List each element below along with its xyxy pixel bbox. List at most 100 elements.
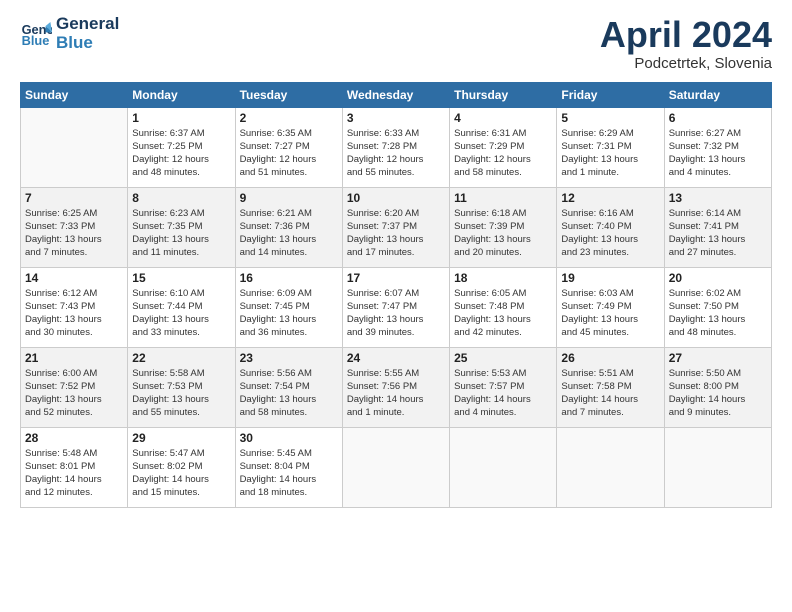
day-number: 5 [561,111,659,125]
day-number: 1 [132,111,230,125]
weekday-header-saturday: Saturday [664,82,771,107]
day-info: Sunrise: 5:48 AM Sunset: 8:01 PM Dayligh… [25,447,123,500]
calendar-cell: 25 Sunrise: 5:53 AM Sunset: 7:57 PM Dayli… [450,347,557,427]
day-number: 19 [561,271,659,285]
page-header: General Blue General Blue April 2024 Pod… [20,15,772,72]
calendar-cell: 17Sunrise: 6:07 AM Sunset: 7:47 PM Dayli… [342,267,449,347]
calendar-cell: 15 Sunrise: 6:10 AM Sunset: 7:44 PM Dayli… [128,267,235,347]
day-number: 16 [240,271,338,285]
svg-text:Blue: Blue [22,33,50,48]
calendar-cell: 18Sunrise: 6:05 AM Sunset: 7:48 PM Dayli… [450,267,557,347]
calendar-cell: 30 Sunrise: 5:45 AM Sunset: 8:04 PM Dayli… [235,427,342,507]
calendar-header-row: SundayMondayTuesdayWednesdayThursdayFrid… [21,82,772,107]
weekday-header-wednesday: Wednesday [342,82,449,107]
day-info: Sunrise: 6:03 AM Sunset: 7:49 PM Dayligh… [561,287,659,340]
day-info: Sunrise: 6:14 AM Sunset: 7:41 PM Dayligh… [669,207,767,260]
calendar-cell [342,427,449,507]
day-number: 4 [454,111,552,125]
day-info: Sunrise: 5:45 AM Sunset: 8:04 PM Dayligh… [240,447,338,500]
day-info: Sunrise: 5:58 AM Sunset: 7:53 PM Dayligh… [132,367,230,420]
calendar-cell: 12 Sunrise: 6:16 AM Sunset: 7:40 PM Dayli… [557,187,664,267]
day-info: Sunrise: 6:12 AM Sunset: 7:43 PM Dayligh… [25,287,123,340]
logo-blue: Blue [56,34,119,53]
day-number: 3 [347,111,445,125]
day-number: 30 [240,431,338,445]
day-number: 20 [669,271,767,285]
day-number: 22 [132,351,230,365]
calendar-cell: 9Sunrise: 6:21 AM Sunset: 7:36 PM Daylig… [235,187,342,267]
calendar-cell: 10Sunrise: 6:20 AM Sunset: 7:37 PM Dayli… [342,187,449,267]
day-info: Sunrise: 6:25 AM Sunset: 7:33 PM Dayligh… [25,207,123,260]
calendar-cell: 20 Sunrise: 6:02 AM Sunset: 7:50 PM Dayli… [664,267,771,347]
day-info: Sunrise: 6:37 AM Sunset: 7:25 PM Dayligh… [132,127,230,180]
calendar-cell: 6Sunrise: 6:27 AM Sunset: 7:32 PM Daylig… [664,107,771,187]
weekday-header-friday: Friday [557,82,664,107]
day-info: Sunrise: 5:56 AM Sunset: 7:54 PM Dayligh… [240,367,338,420]
day-number: 27 [669,351,767,365]
day-number: 15 [132,271,230,285]
location: Podcetrtek, Slovenia [600,55,772,72]
day-info: Sunrise: 6:05 AM Sunset: 7:48 PM Dayligh… [454,287,552,340]
weekday-header-sunday: Sunday [21,82,128,107]
calendar-cell: 24 Sunrise: 5:55 AM Sunset: 7:56 PM Dayli… [342,347,449,427]
calendar-table: SundayMondayTuesdayWednesdayThursdayFrid… [20,82,772,508]
day-number: 28 [25,431,123,445]
day-info: Sunrise: 6:23 AM Sunset: 7:35 PM Dayligh… [132,207,230,260]
logo-icon: General Blue [20,18,52,50]
day-number: 2 [240,111,338,125]
calendar-cell: 22 Sunrise: 5:58 AM Sunset: 7:53 PM Dayli… [128,347,235,427]
calendar-cell: 19 Sunrise: 6:03 AM Sunset: 7:49 PM Dayli… [557,267,664,347]
calendar-week-1: 1 Sunrise: 6:37 AM Sunset: 7:25 PM Daylig… [21,107,772,187]
day-info: Sunrise: 6:16 AM Sunset: 7:40 PM Dayligh… [561,207,659,260]
calendar-cell: 2 Sunrise: 6:35 AM Sunset: 7:27 PM Daylig… [235,107,342,187]
logo-general: General [56,15,119,34]
calendar-cell: 4 Sunrise: 6:31 AM Sunset: 7:29 PM Daylig… [450,107,557,187]
calendar-cell: 27 Sunrise: 5:50 AM Sunset: 8:00 PM Dayli… [664,347,771,427]
day-info: Sunrise: 6:35 AM Sunset: 7:27 PM Dayligh… [240,127,338,180]
day-number: 14 [25,271,123,285]
day-info: Sunrise: 5:50 AM Sunset: 8:00 PM Dayligh… [669,367,767,420]
calendar-cell [450,427,557,507]
day-info: Sunrise: 5:51 AM Sunset: 7:58 PM Dayligh… [561,367,659,420]
day-number: 29 [132,431,230,445]
calendar-week-4: 21 Sunrise: 6:00 AM Sunset: 7:52 PM Dayli… [21,347,772,427]
day-number: 26 [561,351,659,365]
day-number: 24 [347,351,445,365]
calendar-cell: 3 Sunrise: 6:33 AM Sunset: 7:28 PM Daylig… [342,107,449,187]
day-number: 21 [25,351,123,365]
day-info: Sunrise: 6:33 AM Sunset: 7:28 PM Dayligh… [347,127,445,180]
day-info: Sunrise: 6:02 AM Sunset: 7:50 PM Dayligh… [669,287,767,340]
day-number: 8 [132,191,230,205]
day-info: Sunrise: 6:10 AM Sunset: 7:44 PM Dayligh… [132,287,230,340]
month-title: April 2024 [600,15,772,55]
day-info: Sunrise: 6:09 AM Sunset: 7:45 PM Dayligh… [240,287,338,340]
weekday-header-tuesday: Tuesday [235,82,342,107]
calendar-cell: 5Sunrise: 6:29 AM Sunset: 7:31 PM Daylig… [557,107,664,187]
calendar-cell: 23 Sunrise: 5:56 AM Sunset: 7:54 PM Dayli… [235,347,342,427]
calendar-cell: 21 Sunrise: 6:00 AM Sunset: 7:52 PM Dayli… [21,347,128,427]
day-info: Sunrise: 6:20 AM Sunset: 7:37 PM Dayligh… [347,207,445,260]
day-number: 25 [454,351,552,365]
calendar-cell: 11Sunrise: 6:18 AM Sunset: 7:39 PM Dayli… [450,187,557,267]
day-info: Sunrise: 6:31 AM Sunset: 7:29 PM Dayligh… [454,127,552,180]
calendar-week-5: 28 Sunrise: 5:48 AM Sunset: 8:01 PM Dayli… [21,427,772,507]
weekday-header-monday: Monday [128,82,235,107]
calendar-cell: 16 Sunrise: 6:09 AM Sunset: 7:45 PM Dayli… [235,267,342,347]
calendar-cell: 14 Sunrise: 6:12 AM Sunset: 7:43 PM Dayli… [21,267,128,347]
logo: General Blue General Blue [20,15,119,52]
day-number: 23 [240,351,338,365]
calendar-cell [557,427,664,507]
calendar-cell: 29Sunrise: 5:47 AM Sunset: 8:02 PM Dayli… [128,427,235,507]
day-info: Sunrise: 5:55 AM Sunset: 7:56 PM Dayligh… [347,367,445,420]
calendar-week-2: 7Sunrise: 6:25 AM Sunset: 7:33 PM Daylig… [21,187,772,267]
day-info: Sunrise: 6:21 AM Sunset: 7:36 PM Dayligh… [240,207,338,260]
day-number: 12 [561,191,659,205]
calendar-cell: 28 Sunrise: 5:48 AM Sunset: 8:01 PM Dayli… [21,427,128,507]
calendar-cell [21,107,128,187]
day-info: Sunrise: 6:18 AM Sunset: 7:39 PM Dayligh… [454,207,552,260]
day-number: 6 [669,111,767,125]
day-number: 17 [347,271,445,285]
day-info: Sunrise: 5:53 AM Sunset: 7:57 PM Dayligh… [454,367,552,420]
day-info: Sunrise: 6:00 AM Sunset: 7:52 PM Dayligh… [25,367,123,420]
calendar-cell: 26 Sunrise: 5:51 AM Sunset: 7:58 PM Dayli… [557,347,664,427]
